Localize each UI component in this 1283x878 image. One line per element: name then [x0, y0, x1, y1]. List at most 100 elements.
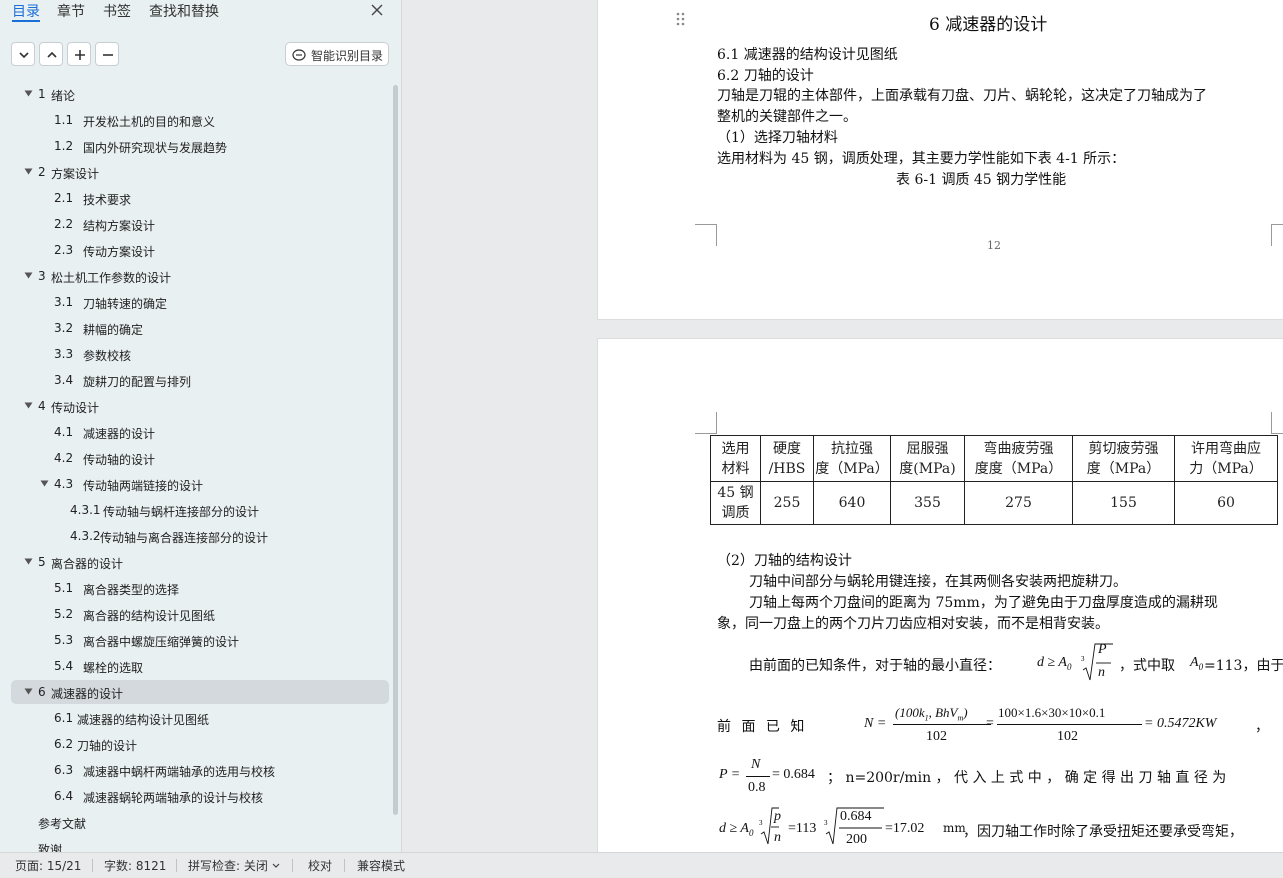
toc-item[interactable]: 6.1 减速器的结构设计见图纸: [11, 706, 389, 730]
spell-check-toggle[interactable]: 拼写检查: 关闭: [188, 857, 268, 874]
smart-toc-label: 智能识别目录: [311, 49, 384, 63]
add-heading-button[interactable]: [67, 42, 91, 66]
toc-item[interactable]: 3.1 刀轴转速的确定: [11, 290, 389, 314]
toc-item-label: 传动轴的设计: [83, 453, 156, 467]
toc-item[interactable]: 3.3 参数校核: [11, 342, 389, 366]
svg-text:3: 3: [824, 819, 828, 827]
toc-item-number: 6: [38, 685, 46, 699]
toc-item[interactable]: 4.3.2 传动轴与离合器连接部分的设计: [11, 524, 389, 548]
toc-item-number: 3.2: [54, 321, 74, 335]
expand-triangle-icon[interactable]: [24, 168, 33, 175]
toc-item-number: 2: [38, 165, 46, 179]
toc-item[interactable]: 2.2 结构方案设计: [11, 212, 389, 236]
expand-triangle-icon[interactable]: [24, 688, 33, 695]
formula-min-diameter: d ≥ A0: [1037, 655, 1072, 672]
smart-toc-button[interactable]: 智能识别目录: [285, 42, 389, 66]
toc-item-label: 传动设计: [51, 401, 100, 415]
nav-scrollbar[interactable]: [393, 85, 398, 815]
fraction-bar: [997, 724, 1142, 725]
toc-item[interactable]: 6.2 刀轴的设计: [11, 732, 389, 756]
toc-item-number: 5.2: [54, 607, 74, 621]
drag-handle-icon[interactable]: [676, 12, 686, 28]
toc-item[interactable]: 1 绪论: [11, 82, 389, 106]
expand-triangle-icon[interactable]: [24, 272, 33, 279]
toc-item-number: 6.3: [54, 763, 74, 777]
toc-item-label: 离合器的结构设计见图纸: [83, 609, 216, 623]
toc-item[interactable]: 5.2 离合器的结构设计见图纸: [11, 602, 389, 626]
toc-item[interactable]: 4.3.1 传动轴与蜗杆连接部分的设计: [11, 498, 389, 522]
toc-item[interactable]: 2 方案设计: [11, 160, 389, 184]
proofread-button[interactable]: 校对: [308, 857, 332, 874]
doc-line: ，: [1255, 719, 1269, 735]
toc-item[interactable]: 5.3 离合器中螺旋压缩弹簧的设计: [11, 628, 389, 652]
fraction-denominator: 200: [846, 832, 867, 847]
toc-item[interactable]: 1.2 国内外研究现状与发展趋势: [11, 134, 389, 158]
page-number: 12: [987, 239, 1001, 252]
toc-item-number: 2.1: [54, 191, 74, 205]
toc-item[interactable]: 1.1 开发松土机的目的和意义: [11, 108, 389, 132]
word-count[interactable]: 字数: 8121: [104, 857, 166, 874]
expand-triangle-icon[interactable]: [24, 558, 33, 565]
close-icon[interactable]: [369, 2, 385, 18]
tab-find-replace[interactable]: 查找和替换: [149, 1, 219, 21]
page-corner-mark: [695, 224, 717, 246]
toc-item[interactable]: 4.2 传动轴的设计: [11, 446, 389, 470]
toc-item[interactable]: 参考文献: [11, 810, 389, 834]
toc-item-label: 绪论: [51, 89, 76, 103]
toc-item-number: 2.2: [54, 217, 74, 231]
formula-P-denominator: 0.8: [748, 780, 766, 795]
toc-item-label: 螺栓的选取: [83, 661, 144, 675]
toc-item-number: 1.1: [54, 113, 74, 127]
page-corner-mark: [1271, 224, 1283, 246]
toc-item-label: 耕幅的确定: [83, 323, 144, 337]
toc-item[interactable]: 6 减速器的设计: [11, 680, 389, 704]
page-corner-mark: [695, 412, 717, 434]
table-header-cell: 抗拉强 度（MPa）: [813, 435, 891, 482]
collapse-all-button[interactable]: [11, 42, 35, 66]
formula-N-numerator-values: 100×1.6×30×10×0.1: [998, 705, 1106, 720]
toc-item-label: 减速器的设计: [83, 427, 156, 441]
fraction-numerator: p: [774, 809, 781, 824]
minus-icon: [103, 54, 113, 56]
toc-item-number: 3: [38, 269, 46, 283]
doc-line: ； n=200r/min ， 代 入 上 式 中 ， 确 定 得 出 刀 轴 直…: [827, 770, 1227, 786]
doc-line: 前 面 已 知: [717, 719, 808, 735]
toc-item[interactable]: 3 松土机工作参数的设计: [11, 264, 389, 288]
tab-bookmarks[interactable]: 书签: [103, 1, 131, 21]
toc-item[interactable]: 2.1 技术要求: [11, 186, 389, 210]
expand-up-button[interactable]: [39, 42, 63, 66]
expand-triangle-icon[interactable]: [24, 90, 33, 97]
fraction-bar: [746, 776, 770, 777]
toc-item-number: 5.1: [54, 581, 74, 595]
remove-heading-button[interactable]: [95, 42, 119, 66]
toc-item[interactable]: 4.1 减速器的设计: [11, 420, 389, 444]
toc-item[interactable]: 4.3 传动轴两端链接的设计: [11, 472, 389, 496]
chevron-down-icon: [19, 52, 29, 59]
toc-item[interactable]: 5.1 离合器类型的选择: [11, 576, 389, 600]
page-indicator[interactable]: 页面: 15/21: [15, 857, 81, 874]
ai-icon: [292, 49, 306, 61]
expand-triangle-icon[interactable]: [40, 480, 49, 487]
tab-chapters[interactable]: 章节: [57, 1, 85, 21]
toc-item-number: 4.2: [54, 451, 74, 465]
doc-line: 象，同一刀盘上的两个刀片刀齿应相对安装，而不是相背安装。: [717, 616, 1109, 632]
table-header-row: 选用 材料 硬度/HBS 抗拉强 度（MPa） 屈服强 度(MPa) 弯曲疲劳强 度度（…: [710, 435, 1278, 482]
toc-item[interactable]: 6.3 减速器中蜗杆两端轴承的选用与校核: [11, 758, 389, 782]
toc-item-label: 方案设计: [51, 167, 100, 181]
doc-line: 刀轴中间部分与蜗轮用键连接，在其两侧各安装两把旋耕刀。: [749, 574, 1127, 590]
svg-text:3: 3: [759, 819, 763, 827]
toc-item[interactable]: 5.4 螺栓的选取: [11, 654, 389, 678]
toc-item[interactable]: 6.4 减速器蜗轮两端轴承的设计与校核: [11, 784, 389, 808]
chevron-down-icon[interactable]: [272, 863, 280, 869]
fraction-bar: [893, 724, 991, 725]
toc-item[interactable]: 3.2 耕幅的确定: [11, 316, 389, 340]
fraction-denominator: n: [774, 830, 781, 845]
toc-item[interactable]: 4 传动设计: [11, 394, 389, 418]
separator: [176, 859, 177, 872]
expand-triangle-icon[interactable]: [24, 402, 33, 409]
tab-toc[interactable]: 目录: [12, 1, 40, 21]
toc-item[interactable]: 5 离合器的设计: [11, 550, 389, 574]
toc-item[interactable]: 3.4 旋耕刀的配置与排列: [11, 368, 389, 392]
formula-N-denominator: 102: [926, 729, 947, 744]
toc-item[interactable]: 2.3 传动方案设计: [11, 238, 389, 262]
